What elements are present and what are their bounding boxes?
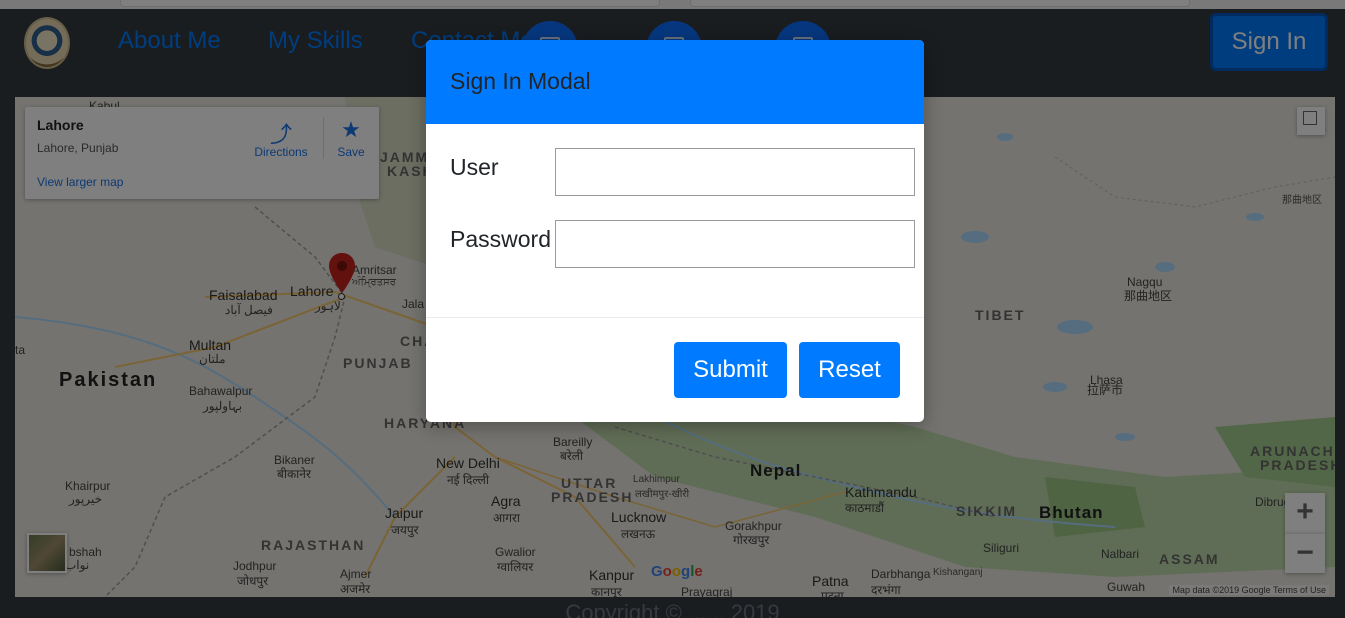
password-input[interactable] xyxy=(555,220,915,268)
password-label: Password xyxy=(450,226,551,252)
user-input[interactable] xyxy=(555,148,915,196)
modal-title: Sign In Modal xyxy=(450,68,591,94)
reset-button[interactable]: Reset xyxy=(799,342,900,398)
modal-footer-divider xyxy=(426,317,924,318)
sign-in-modal: Sign In Modal User Password Submit Reset xyxy=(426,40,924,422)
submit-button[interactable]: Submit xyxy=(674,342,787,398)
user-label: User xyxy=(450,154,499,180)
modal-header: Sign In Modal xyxy=(426,40,924,124)
